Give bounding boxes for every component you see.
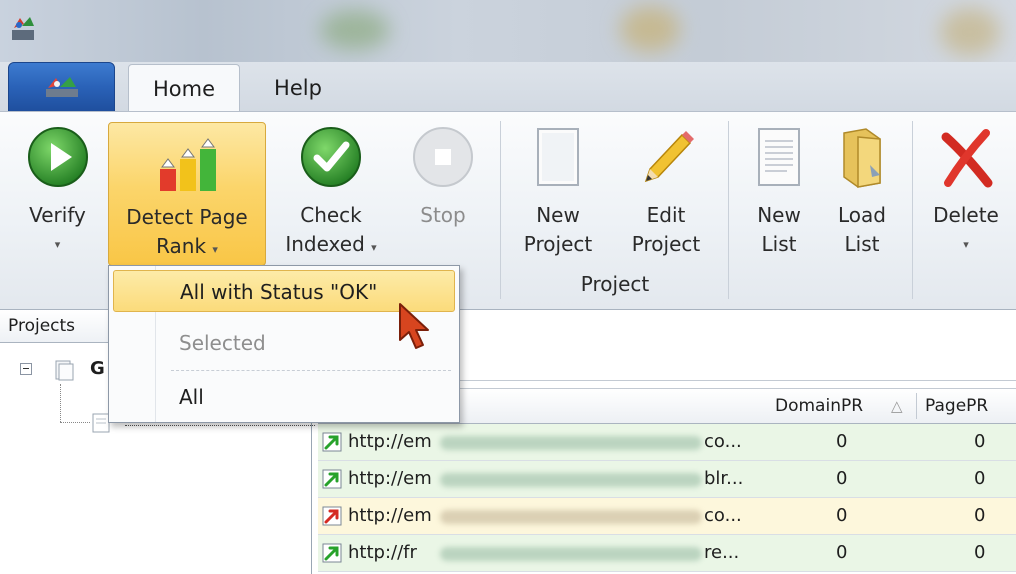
menu-item-label: All bbox=[179, 385, 204, 409]
url-cell-end: co... bbox=[704, 431, 742, 452]
pagepr-cell: 0 bbox=[974, 505, 986, 526]
load-list-label-2: List bbox=[844, 232, 880, 256]
check-indexed-button[interactable]: Check Indexed ▾ bbox=[272, 111, 390, 271]
edit-project-label-2: Project bbox=[631, 232, 701, 256]
app-logo-icon bbox=[46, 77, 78, 97]
url-cell-end: co... bbox=[704, 505, 742, 526]
pagepr-cell: 0 bbox=[974, 468, 986, 489]
table-row[interactable]: http://em blr... 0 0 bbox=[318, 461, 1016, 498]
menu-separator bbox=[171, 370, 451, 371]
tab-help[interactable]: Help bbox=[262, 64, 334, 112]
folder-icon bbox=[843, 128, 881, 188]
dropdown-arrow-icon: ▾ bbox=[371, 241, 377, 254]
new-project-button[interactable]: New Project bbox=[508, 111, 608, 271]
tree-item-project[interactable]: G bbox=[90, 358, 105, 379]
domainpr-cell: 0 bbox=[836, 468, 848, 489]
dropdown-arrow-icon: ▾ bbox=[963, 238, 969, 251]
url-cell-end: blr... bbox=[704, 468, 744, 489]
sort-ascending-icon: △ bbox=[891, 397, 903, 415]
app-logo-icon bbox=[12, 17, 34, 40]
menu-item-label: Selected bbox=[179, 331, 266, 355]
status-down-arrow-icon bbox=[322, 506, 342, 526]
load-list-label-1: Load bbox=[838, 203, 886, 227]
delete-button[interactable]: Delete ▾ bbox=[918, 111, 1014, 271]
dropdown-arrow-icon: ▾ bbox=[212, 243, 218, 256]
pencil-icon bbox=[644, 131, 694, 183]
check-icon bbox=[301, 127, 361, 187]
window-title-bar bbox=[0, 0, 1016, 62]
new-list-label-1: New bbox=[757, 203, 801, 227]
new-list-button[interactable]: New List bbox=[736, 111, 822, 271]
edit-project-button[interactable]: Edit Project bbox=[614, 111, 718, 271]
blurred-url-segment bbox=[440, 510, 702, 524]
pagepr-cell: 0 bbox=[974, 542, 986, 563]
domainpr-cell: 0 bbox=[836, 505, 848, 526]
column-header-pagepr[interactable]: PagePR bbox=[925, 389, 1005, 424]
dropdown-arrow-icon: ▾ bbox=[54, 238, 61, 251]
tree-line bbox=[60, 384, 62, 422]
table-row[interactable]: http://em co... 0 0 bbox=[318, 498, 1016, 535]
url-cell-end: re... bbox=[704, 542, 740, 563]
detect-page-rank-label-1: Detect Page bbox=[126, 205, 248, 229]
detect-page-rank-button[interactable]: Detect Page Rank ▾ bbox=[108, 122, 266, 266]
tree-selection-outline bbox=[125, 425, 315, 427]
table-row[interactable]: http://em co... 0 0 bbox=[318, 424, 1016, 461]
stop-button[interactable]: Stop bbox=[398, 111, 488, 271]
load-list-button[interactable]: Load List bbox=[820, 111, 904, 271]
blurred-url-segment bbox=[440, 473, 702, 487]
table-row[interactable]: http://fr re... 0 0 bbox=[318, 535, 1016, 572]
tab-home[interactable]: Home bbox=[128, 64, 240, 112]
check-indexed-label-1: Check bbox=[300, 203, 362, 227]
edit-project-label-1: Edit bbox=[646, 203, 686, 227]
ribbon-separator bbox=[728, 121, 729, 299]
new-project-label-1: New bbox=[536, 203, 580, 227]
tree-line bbox=[60, 422, 90, 424]
ribbon-group-label-project: Project bbox=[580, 272, 650, 296]
menu-item-all[interactable]: All bbox=[113, 376, 455, 418]
ribbon-separator bbox=[912, 121, 913, 299]
detect-page-rank-label-2: Rank bbox=[156, 234, 207, 258]
project-folder-icon bbox=[55, 360, 74, 381]
domainpr-cell: 0 bbox=[836, 542, 848, 563]
new-document-icon bbox=[537, 128, 579, 186]
column-header-domainpr[interactable]: DomainPR bbox=[775, 389, 875, 424]
new-list-label-2: List bbox=[761, 232, 797, 256]
new-project-label-2: Project bbox=[523, 232, 593, 256]
stop-label: Stop bbox=[420, 203, 466, 227]
domainpr-cell: 0 bbox=[836, 431, 848, 452]
blurred-url-segment bbox=[440, 436, 702, 450]
verify-button[interactable]: Verify ▾ bbox=[10, 111, 105, 271]
status-up-arrow-icon bbox=[322, 469, 342, 489]
delete-label: Delete bbox=[933, 203, 999, 227]
page-rank-bars-icon bbox=[160, 138, 216, 191]
column-divider bbox=[916, 393, 917, 419]
pagepr-cell: 0 bbox=[974, 431, 986, 452]
verify-label: Verify bbox=[29, 203, 86, 227]
delete-x-icon bbox=[941, 129, 993, 188]
application-menu-button[interactable] bbox=[8, 62, 115, 112]
stop-icon bbox=[413, 127, 473, 187]
status-up-arrow-icon bbox=[322, 543, 342, 563]
play-icon bbox=[27, 127, 88, 187]
blurred-url-segment bbox=[440, 547, 702, 561]
mouse-cursor-icon bbox=[399, 303, 429, 349]
text-document-icon bbox=[758, 128, 800, 186]
check-indexed-label-2: Indexed bbox=[285, 232, 365, 256]
status-up-arrow-icon bbox=[322, 432, 342, 452]
tree-collapse-icon[interactable] bbox=[20, 363, 32, 375]
menu-item-label: All with Status "OK" bbox=[180, 280, 378, 304]
